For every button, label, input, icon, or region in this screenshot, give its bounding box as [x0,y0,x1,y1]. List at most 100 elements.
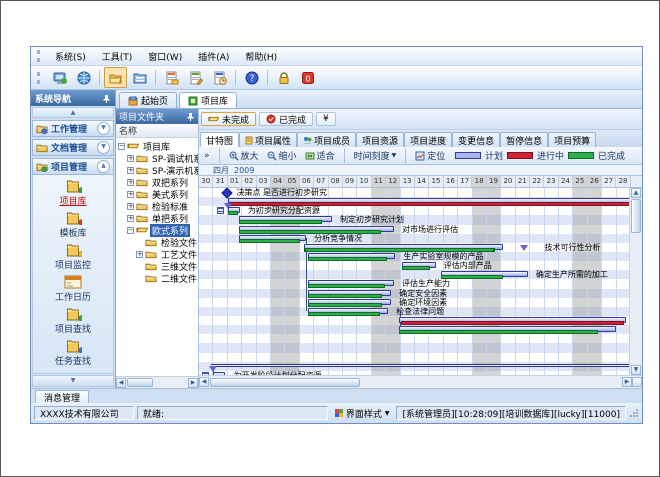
gantt-bar-progress[interactable] [399,330,598,334]
scroll-left-arrow[interactable]: ◀ [199,377,209,387]
scroll-thumb[interactable] [127,378,153,387]
filter-tab-未完成[interactable]: 未完成 [201,112,256,126]
scroll-thumb[interactable] [631,199,641,233]
subtab-项目进度[interactable]: 项目进度 [404,132,452,147]
sidebar-panel-工作管理[interactable]: 工作管理▼ [32,120,114,137]
gantt-bar-progress[interactable] [308,303,382,307]
zoom-in-button[interactable]: 放大 [227,149,261,162]
tree-item-检验标准[interactable]: +检验标准 [116,200,198,212]
gantt-vertical-scrollbar[interactable]: ▲ ▼ [629,188,642,375]
lock-icon[interactable] [272,67,295,88]
menu-item-窗口(W)[interactable]: 窗口(W) [140,51,190,65]
message-manager-tab[interactable]: 消息管理 [35,390,89,403]
chevron-down-icon[interactable]: ▼ [97,141,110,154]
sidebar-item-项目库[interactable]: 项目库 [33,178,113,207]
gantt-bar-progress[interactable] [308,284,385,288]
subtab-暂停信息[interactable]: 暂停信息 [500,132,548,147]
report-mail-icon[interactable] [160,67,183,88]
menu-item-插件(A)[interactable]: 插件(A) [190,51,237,65]
report-edit-icon[interactable] [184,67,207,88]
tab-项目库[interactable]: 项目库 [179,92,237,108]
tree-item-三维文件[interactable]: 三维文件 [116,260,198,272]
expand-icon[interactable]: + [127,167,134,174]
scroll-down-arrow[interactable]: ▼ [631,365,641,375]
gantt-bar-progress[interactable] [239,239,300,243]
fit-button[interactable]: 适合 [303,149,337,162]
sidebar-item-工作日历[interactable]: 工作日历 [33,274,113,303]
gantt-bar-progress[interactable] [228,211,239,215]
gantt-bar-progress[interactable] [308,257,386,261]
sidebar-item-项目文档查找[interactable]: 项目文档查找 [33,370,113,374]
tree-item-项目库[interactable]: −项目库 [116,140,198,152]
folder-open-icon[interactable] [104,67,127,88]
locate-button[interactable]: 定位 [413,149,447,162]
sidebar-item-项目监控[interactable]: 项目监控 [33,242,113,271]
expand-icon[interactable]: + [127,203,134,210]
sidebar-more-button[interactable]: ▼ [32,375,114,387]
filter-tab-¥[interactable]: ¥ [316,112,336,126]
subtab-项目预算[interactable]: 项目预算 [548,132,596,147]
tree-item-二维文件[interactable]: 二维文件 [116,272,198,284]
resize-grip[interactable] [630,409,639,418]
gantt-bar-inprogress[interactable] [401,321,625,325]
gantt-horizontal-scrollbar[interactable]: ◀ ▶ [199,375,642,388]
sidebar-item-任务查找[interactable]: 任务查找 [33,338,113,367]
scroll-up-arrow[interactable]: ▲ [631,188,641,198]
tree-horizontal-scrollbar[interactable]: ◀ ▶ [116,376,198,388]
tree-item-单把系列[interactable]: +单把系列 [116,212,198,224]
scroll-left-arrow[interactable]: ◀ [116,378,126,388]
scroll-thumb[interactable] [210,378,360,387]
menu-item-工具(T)[interactable]: 工具(T) [94,51,141,65]
timescale-dropdown[interactable]: 时间刻度 ▼ [352,149,399,162]
computer-icon[interactable] [48,67,71,88]
summary-bar[interactable] [211,364,629,367]
gantt-bar-progress[interactable] [308,312,379,316]
sidebar-panel-文档管理[interactable]: 文档管理▼ [32,139,114,156]
gantt-bar-plan[interactable] [213,372,225,375]
tree-item-检验文件[interactable]: 检验文件 [116,236,198,248]
expand-icon[interactable]: + [136,251,143,258]
tree-item-双把系列[interactable]: +双把系列 [116,176,198,188]
subtab-项目成员[interactable]: 项目成员 [297,132,356,147]
scroll-right-arrow[interactable]: ▶ [188,378,198,388]
subtab-项目属性[interactable]: 项目属性 [239,132,297,147]
report-clock-icon[interactable] [208,67,231,88]
gantt-chart[interactable]: 决策点 是否进行初步研究为初步研究分配资源制定初步研究计划对市场进行评估分析竞争… [199,188,629,375]
gantt-bar-progress[interactable] [441,275,503,279]
chevron-up-icon[interactable]: ▲ [97,160,110,173]
chevron-down-icon[interactable]: ▼ [97,122,110,135]
zoom-out-button[interactable]: 缩小 [265,149,299,162]
pin-icon[interactable] [102,94,111,103]
tree-item-SP-演示机系[interactable]: +SP-演示机系 [116,164,198,176]
exit-icon[interactable]: 0 [296,67,319,88]
sidebar-item-项目查找[interactable]: 项目查找 [33,306,113,335]
globe-icon[interactable] [72,67,95,88]
sidebar-collapse-button[interactable]: ▲ [32,107,114,118]
gantt-bar-progress[interactable] [308,294,382,298]
sidebar-panel-项目管理[interactable]: 项目管理▲ [32,158,114,175]
folder-view-icon[interactable] [128,67,151,88]
tree-item-SP-调试机系[interactable]: +SP-调试机系 [116,152,198,164]
tree-column-header[interactable]: 名称 [116,124,198,138]
gantt-bar-progress[interactable] [239,220,322,224]
tree-item-美式系列[interactable]: +美式系列 [116,188,198,200]
collapse-icon[interactable]: − [127,227,134,234]
expand-icon[interactable]: + [127,155,134,162]
menu-item-系统(S)[interactable]: 系统(S) [47,51,94,65]
filter-tab-已完成[interactable]: 已完成 [259,112,313,126]
subtab-甘特图[interactable]: 甘特图 [200,132,239,147]
help-icon[interactable]: ? [240,67,263,88]
tree-item-欧式系列[interactable]: −欧式系列 [116,224,198,236]
expand-icon[interactable]: + [127,215,134,222]
toolbar-overflow-button[interactable]: » [202,151,212,161]
subtab-项目资源[interactable]: 项目资源 [356,132,404,147]
expand-icon[interactable]: + [127,179,134,186]
menu-item-帮助(H)[interactable]: 帮助(H) [237,51,285,65]
expand-icon[interactable]: + [127,191,134,198]
pin-icon[interactable] [186,112,195,121]
gantt-bar-progress[interactable] [402,266,430,270]
tab-起始页[interactable]: 起始页 [119,92,177,108]
collapse-icon[interactable]: − [118,143,125,150]
scroll-right-arrow[interactable]: ▶ [622,377,632,387]
ui-style-dropdown[interactable]: 界面样式 ▼ [331,406,394,420]
